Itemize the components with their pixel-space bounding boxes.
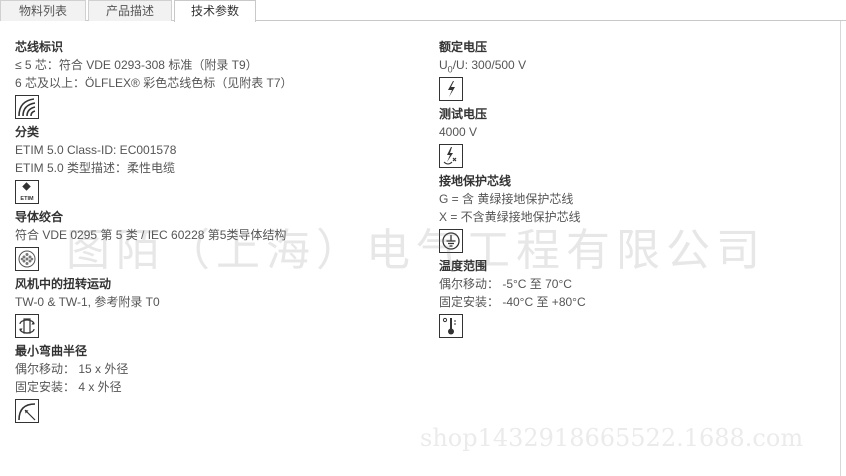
earth-title: 接地保护芯线 xyxy=(439,174,512,188)
rated-voltage-title: 额定电压 xyxy=(439,40,488,54)
svg-text:ETIM: ETIM xyxy=(20,196,34,202)
bending-radius-icon xyxy=(15,399,39,423)
right-column: 额定电压 U0/U: 300/500 V 测试电压 4000 V 接地保护芯线 … xyxy=(439,38,819,342)
temperature-title: 温度范围 xyxy=(439,259,488,273)
tab-product-description[interactable]: 产品描述 xyxy=(88,0,172,21)
core-id-title: 芯线标识 xyxy=(15,40,64,54)
rated-voltage-icon xyxy=(439,77,463,101)
bending-line: 固定安装： 4 x 外径 xyxy=(15,380,122,394)
rated-voltage-prefix: U xyxy=(439,58,448,72)
conductor-strand-icon xyxy=(15,247,39,271)
classification-line: ETIM 5.0 Class-ID: EC001578 xyxy=(15,143,177,157)
rated-voltage-value: U0/U: 300/500 V xyxy=(439,56,819,74)
earth-line: G = 含 黄绿接地保护芯线 xyxy=(439,192,574,206)
test-voltage-title: 测试电压 xyxy=(439,107,488,121)
bending-title: 最小弯曲半径 xyxy=(15,344,88,358)
rated-voltage-text: /U: 300/500 V xyxy=(452,58,527,72)
tab-technical-parameters[interactable]: 技术参数 xyxy=(174,0,256,22)
classification-title: 分类 xyxy=(15,125,40,139)
bending-line: 偶尔移动： 15 x 外径 xyxy=(15,362,129,376)
right-border xyxy=(840,21,841,476)
torsion-line: TW-0 & TW-1, 参考附录 T0 xyxy=(15,295,160,309)
conductor-title: 导体绞合 xyxy=(15,210,64,224)
watermark-shop: shop1432918665522.1688.com xyxy=(420,424,804,452)
core-id-line: ≤ 5 芯：符合 VDE 0293-308 标准（附录 T9） xyxy=(15,58,258,72)
earth-line: X = 不含黄绿接地保护芯线 xyxy=(439,210,581,224)
test-voltage-line: 4000 V xyxy=(439,125,478,139)
left-column: 芯线标识 ≤ 5 芯：符合 VDE 0293-308 标准（附录 T9） 6 芯… xyxy=(15,38,415,427)
torsion-icon xyxy=(15,314,39,338)
torsion-title: 风机中的扭转运动 xyxy=(15,277,112,291)
conductor-line: 符合 VDE 0295 第 5 类 / IEC 60228 第5类导体结构 xyxy=(15,228,287,242)
core-id-line: 6 芯及以上：ÖLFLEX® 彩色芯线色标（见附表 T7） xyxy=(15,76,293,90)
core-marking-icon xyxy=(15,95,39,119)
thermometer-icon xyxy=(439,314,463,338)
classification-line: ETIM 5.0 类型描述：柔性电缆 xyxy=(15,161,176,175)
temperature-line: 固定安装： -40°C 至 +80°C xyxy=(439,295,586,309)
tab-material-list[interactable]: 物料列表 xyxy=(0,0,86,21)
test-voltage-icon xyxy=(439,144,463,168)
tab-bar: 物料列表 产品描述 技术参数 xyxy=(0,0,846,22)
temperature-line: 偶尔移动： -5°C 至 70°C xyxy=(439,277,572,291)
etim-icon: ETIM xyxy=(15,180,39,204)
ground-icon xyxy=(439,229,463,253)
